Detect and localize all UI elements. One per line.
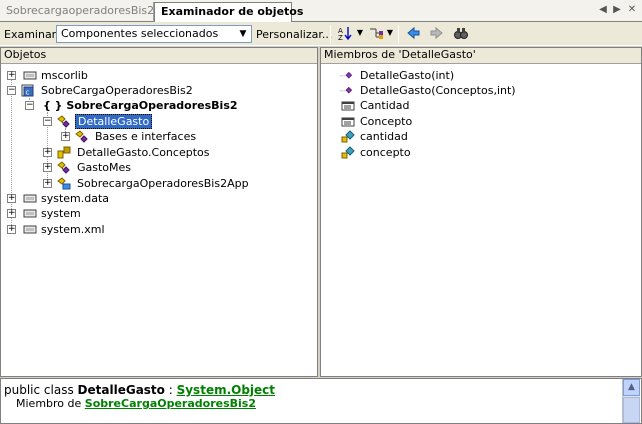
assembly-icon (23, 194, 37, 203)
class-name: DetalleGasto (77, 383, 165, 397)
private-field-icon (341, 130, 355, 143)
csharp-project-icon: c (21, 84, 34, 97)
member-label: DetalleGasto(int) (360, 69, 455, 82)
personalizar-button[interactable]: Personalizar... (256, 28, 332, 41)
base-class-link[interactable]: System.Object (177, 383, 275, 397)
class-icon (57, 161, 70, 174)
property-icon (341, 117, 355, 127)
description-scrollbar[interactable]: ▲ (622, 379, 640, 423)
tree-node-label: { } SobreCargaOperadoresBis2 (43, 99, 238, 112)
expand-icon[interactable]: + (61, 132, 70, 141)
sort-icon[interactable]: AZ (336, 25, 354, 43)
examinar-combo[interactable]: Componentes seleccionados ▼ (56, 25, 252, 43)
close-icon[interactable]: ✕ (626, 4, 638, 16)
tab-sobrecarga-cs[interactable]: SobrecargaoperadoresBis2.cs (0, 2, 169, 22)
description-member-of: Miembro de SobreCargaOperadoresBis2 (16, 397, 256, 410)
tree-node-label: SobreCargaOperadoresBis2 (41, 84, 193, 97)
base-separator: : (164, 383, 177, 397)
back-icon[interactable] (404, 25, 422, 43)
tree-node-label: mscorlib (41, 69, 88, 82)
objects-panel: Objetos + mscorlib − c SobreCargaOperado… (0, 47, 318, 377)
document-tab-strip: SobrecargaoperadoresBis2.cs Examinador d… (0, 0, 642, 23)
class-icon (57, 115, 70, 128)
find-symbol-icon[interactable] (452, 25, 470, 43)
member-label: Cantidad (360, 99, 410, 112)
collapse-icon[interactable]: − (25, 101, 34, 110)
property-icon (341, 101, 355, 111)
member-of-link[interactable]: SobreCargaOperadoresBis2 (85, 397, 256, 410)
assembly-icon (23, 209, 37, 218)
member-label: DetalleGasto(Conceptos,int) (360, 84, 516, 97)
tree-node-label: GastoMes (77, 161, 132, 174)
tree-node-label: DetalleGasto (75, 114, 153, 129)
enum-icon (57, 146, 71, 159)
members-panel: Miembros de 'DetalleGasto' DetalleGasto(… (320, 47, 642, 377)
members-panel-header: Miembros de 'DetalleGasto' (321, 48, 641, 64)
expand-icon[interactable]: + (43, 179, 52, 188)
expand-icon[interactable]: + (43, 148, 52, 157)
svg-text:Z: Z (338, 34, 343, 41)
scroll-up-icon[interactable]: ▲ (623, 379, 640, 396)
description-signature: public class DetalleGasto : System.Objec… (4, 383, 275, 397)
chevron-down-icon[interactable]: ▼ (237, 27, 249, 41)
tree-node-label: system (41, 207, 81, 220)
member-label: concepto (360, 146, 411, 159)
collapse-icon[interactable]: − (7, 86, 16, 95)
collapse-icon[interactable]: − (43, 117, 52, 126)
bases-icon (75, 130, 88, 143)
tree-node-label: SobrecargaOperadoresBis2App (77, 177, 249, 190)
class-modifier: public class (4, 383, 74, 397)
member-of-label: Miembro de (16, 397, 82, 410)
expand-icon[interactable]: + (7, 209, 16, 218)
tab-scroll-left-icon[interactable]: ◀ (597, 4, 609, 16)
svg-text:c: c (26, 89, 30, 97)
tab-scroll-right-icon[interactable]: ▶ (611, 4, 623, 16)
tab-examinador-objetos[interactable]: Examinador de objetos (154, 2, 303, 23)
filter-members-icon[interactable] (367, 25, 385, 43)
expand-icon[interactable]: + (7, 225, 16, 234)
sort-dropdown-icon[interactable]: ▼ (356, 28, 364, 37)
tree-node-label: system.xml (41, 223, 105, 236)
tree-node-label: Bases e interfaces (95, 130, 197, 143)
objects-panel-header: Objetos (1, 48, 317, 64)
member-label: cantidad (360, 130, 408, 143)
forward-icon[interactable] (428, 25, 446, 43)
examinar-label: Examinar: (4, 28, 60, 41)
assembly-icon (23, 71, 37, 80)
tree-node-label: DetalleGasto.Conceptos (77, 146, 210, 159)
tree-guide-line (11, 76, 12, 229)
member-label: Concepto (360, 115, 413, 128)
constructor-icon (339, 71, 353, 79)
expand-icon[interactable]: + (7, 71, 16, 80)
scroll-thumb[interactable] (623, 397, 640, 423)
toolbar-separator (330, 25, 331, 43)
assembly-icon (23, 225, 37, 234)
class-app-icon (57, 177, 71, 190)
constructor-icon (339, 86, 353, 94)
tree-node-label: system.data (41, 192, 110, 205)
toolbar-separator (398, 25, 399, 43)
expand-icon[interactable]: + (7, 194, 16, 203)
expand-icon[interactable]: + (43, 163, 52, 172)
private-field-icon (341, 146, 355, 159)
filter-dropdown-icon[interactable]: ▼ (386, 28, 394, 37)
examinar-combo-value: Componentes seleccionados (61, 27, 219, 40)
